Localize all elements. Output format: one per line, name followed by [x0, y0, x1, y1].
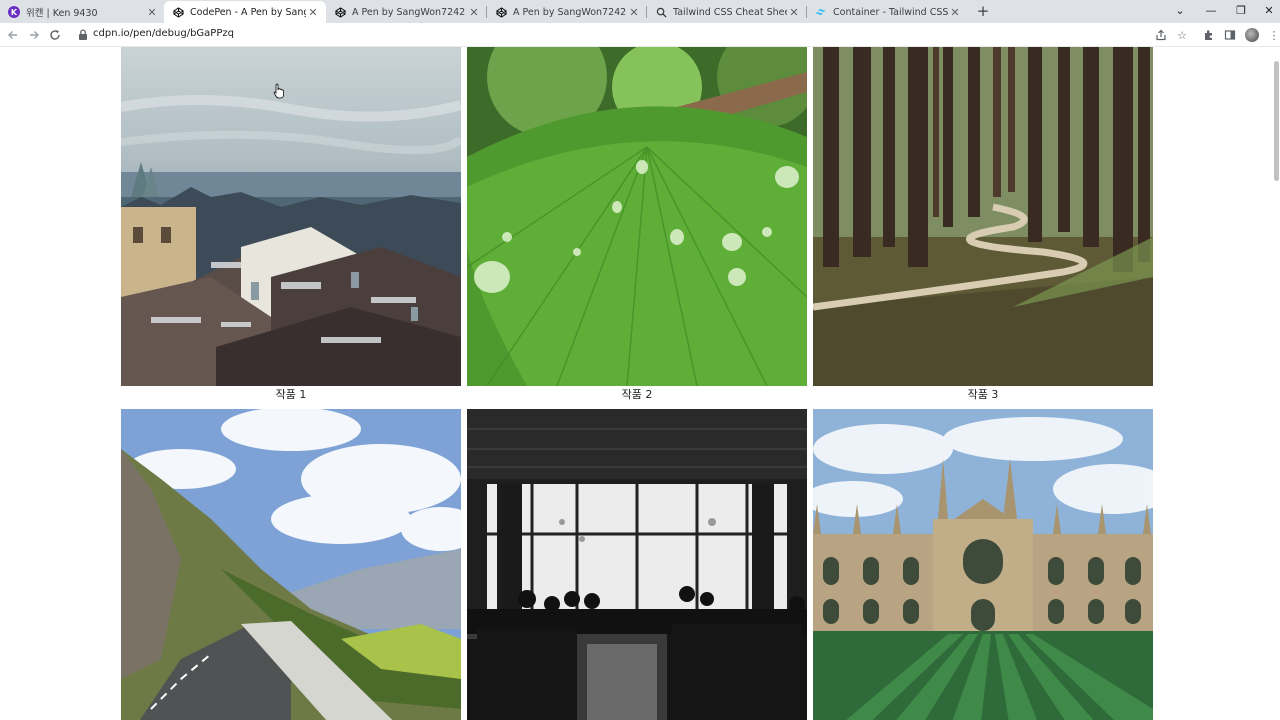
- gallery-image-mountain-road[interactable]: [121, 409, 461, 720]
- close-icon[interactable]: ✕: [948, 5, 962, 19]
- scrollbar-thumb[interactable]: [1274, 61, 1279, 181]
- gallery-card[interactable]: 작품 2: [467, 47, 807, 403]
- search-icon: [655, 6, 667, 18]
- tab-codepen-active[interactable]: CodePen - A Pen by SangWon7242 ✕: [164, 1, 326, 23]
- lock-icon: [79, 29, 87, 40]
- gallery-card[interactable]: [813, 409, 1153, 720]
- tab-pen-3[interactable]: A Pen by SangWon7242 ✕: [487, 1, 647, 23]
- url-text: cdpn.io/pen/debug/bGaPPzq: [93, 28, 234, 39]
- minimize-button[interactable]: —: [1196, 0, 1226, 20]
- k-logo-icon: K: [8, 6, 20, 18]
- close-icon[interactable]: ✕: [145, 5, 159, 19]
- codepen-icon: [495, 6, 507, 18]
- gallery-image-city[interactable]: [121, 47, 461, 386]
- gallery-caption: 작품 2: [621, 388, 653, 401]
- profile-avatar[interactable]: [1245, 28, 1259, 42]
- close-icon[interactable]: ✕: [627, 5, 641, 19]
- tab-tailwind-container[interactable]: Container - Tailwind CSS ✕: [807, 1, 968, 23]
- gallery-card[interactable]: [467, 409, 807, 720]
- gallery-image-college[interactable]: [813, 409, 1153, 720]
- gallery-caption: 작품 3: [967, 388, 999, 401]
- side-panel-icon[interactable]: [1222, 27, 1238, 43]
- tab-title: A Pen by SangWon7242: [513, 6, 627, 18]
- tailwind-icon: [815, 6, 827, 18]
- extensions-icon[interactable]: [1201, 27, 1217, 43]
- gallery-image-forest[interactable]: [813, 47, 1153, 386]
- close-icon[interactable]: ✕: [306, 5, 320, 19]
- close-icon[interactable]: ✕: [467, 5, 481, 19]
- tab-title: A Pen by SangWon7242: [352, 6, 466, 18]
- hand-cursor-icon: [273, 83, 284, 99]
- gallery-caption: 작품 1: [275, 388, 307, 401]
- gallery-card[interactable]: 작품 3: [813, 47, 1153, 403]
- codepen-icon: [334, 6, 346, 18]
- new-tab-button[interactable]: +: [974, 2, 992, 20]
- restore-button[interactable]: ❐: [1226, 0, 1256, 20]
- codepen-icon: [172, 6, 184, 18]
- page-viewport: 작품 1 작품 2 작품 3: [0, 47, 1280, 720]
- gallery-card[interactable]: [121, 409, 461, 720]
- forward-button[interactable]: [26, 27, 42, 43]
- share-icon[interactable]: [1153, 27, 1169, 43]
- tab-title: Container - Tailwind CSS: [833, 6, 948, 18]
- tab-pen-2[interactable]: A Pen by SangWon7242 ✕: [326, 1, 487, 23]
- gallery-image-leaf[interactable]: [467, 47, 807, 386]
- reload-button[interactable]: [47, 27, 63, 43]
- address-bar[interactable]: cdpn.io/pen/debug/bGaPPzq: [70, 25, 1180, 45]
- close-window-button[interactable]: ✕: [1254, 0, 1280, 20]
- browser-toolbar: cdpn.io/pen/debug/bGaPPzq ☆ ⋮: [0, 23, 1280, 47]
- tab-tailwind-cheatsheet[interactable]: Tailwind CSS Cheat Sheet ✕: [647, 1, 807, 23]
- tab-search-icon[interactable]: ⌄: [1165, 0, 1195, 20]
- gallery-card[interactable]: 작품 1: [121, 47, 461, 403]
- bookmark-star-icon[interactable]: ☆: [1174, 27, 1190, 43]
- menu-kebab-icon[interactable]: ⋮: [1266, 27, 1280, 43]
- tab-ken[interactable]: K 위캔 | Ken 9430 ✕: [0, 1, 165, 23]
- back-button[interactable]: [5, 27, 21, 43]
- close-icon[interactable]: ✕: [787, 5, 801, 19]
- tab-title: 위캔 | Ken 9430: [26, 8, 98, 19]
- tab-title: CodePen - A Pen by SangWon7242: [190, 6, 306, 18]
- gallery-image-cafe[interactable]: [467, 409, 807, 720]
- tab-title: Tailwind CSS Cheat Sheet: [673, 6, 787, 18]
- page-scrollbar[interactable]: [1272, 47, 1280, 720]
- tab-strip: K 위캔 | Ken 9430 ✕ CodePen - A Pen by San…: [0, 0, 1280, 23]
